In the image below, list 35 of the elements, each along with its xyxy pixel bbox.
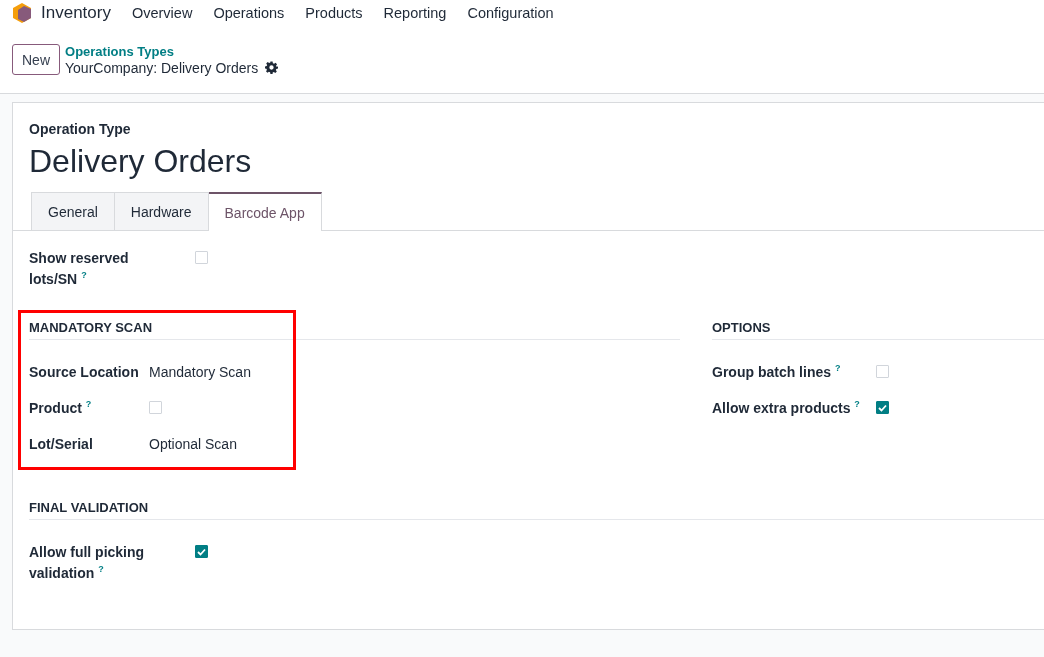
section-heading: FINAL VALIDATION xyxy=(29,500,1044,520)
menu-item[interactable]: Overview xyxy=(131,5,193,21)
form-title: Delivery Orders xyxy=(29,142,253,180)
field-label: Source Location xyxy=(29,364,139,380)
field-value: Optional Scan xyxy=(149,435,237,454)
tab[interactable]: Barcode App xyxy=(208,192,322,231)
field-label: Product $^{?}$ xyxy=(29,400,92,416)
help-tooltip[interactable]: ? xyxy=(98,564,104,574)
section-heading: OPTIONS xyxy=(712,320,1044,340)
field-label: Allow full picking validation $^{?}$ xyxy=(29,544,145,581)
app-name[interactable]: Inventory xyxy=(41,3,111,23)
section-heading: MANDATORY SCAN xyxy=(29,320,680,340)
field-label: Group batch lines $^{?}$ xyxy=(712,364,841,380)
field-value: Mandatory Scan xyxy=(149,363,251,382)
breadcrumb-link[interactable]: Operations Types xyxy=(65,43,279,60)
field-label: Lot/Serial xyxy=(29,436,93,452)
tab[interactable]: Hardware xyxy=(114,192,209,230)
help-tooltip[interactable]: ? xyxy=(81,270,87,280)
help-tooltip[interactable]: ? xyxy=(854,399,860,409)
settings-icon[interactable] xyxy=(265,61,279,74)
menu-item[interactable]: Products xyxy=(305,5,363,21)
tab[interactable]: General xyxy=(31,192,115,230)
help-tooltip[interactable]: ? xyxy=(834,363,841,373)
record-name: YourCompany: Delivery Orders xyxy=(65,59,259,76)
menu-item[interactable]: Reporting xyxy=(383,5,447,21)
field-label: Allow extra products $^{?}$ xyxy=(712,400,860,416)
checkbox[interactable] xyxy=(876,401,889,414)
field-label: Show reserved lots/SN $^{?}$ xyxy=(29,250,129,287)
menu-item[interactable]: Configuration xyxy=(467,5,554,21)
app-logo-icon[interactable] xyxy=(12,2,32,24)
help-tooltip[interactable]: ? xyxy=(85,399,92,409)
new-button[interactable]: New xyxy=(12,44,60,75)
form-subtitle: Operation Type xyxy=(29,121,132,137)
checkbox[interactable] xyxy=(195,545,208,558)
menu-item[interactable]: Operations xyxy=(213,5,285,21)
